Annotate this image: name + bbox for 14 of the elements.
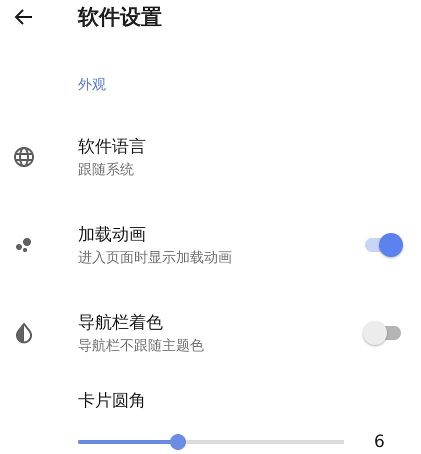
slider-value: 6 <box>374 432 385 452</box>
toggle-switch[interactable] <box>363 321 403 345</box>
setting-title: 加载动画 <box>78 224 147 246</box>
section-header: 外观 <box>78 76 107 95</box>
setting-subtitle: 跟随系统 <box>78 161 135 179</box>
globe-icon <box>12 145 36 169</box>
setting-subtitle: 导航栏不跟随主题色 <box>78 337 205 355</box>
slider-thumb[interactable] <box>170 434 186 450</box>
page-title: 软件设置 <box>78 4 162 31</box>
setting-title: 软件语言 <box>78 136 147 158</box>
setting-title: 卡片圆角 <box>78 390 147 412</box>
toggle-switch[interactable] <box>363 233 403 257</box>
setting-title: 导航栏着色 <box>78 312 164 334</box>
setting-subtitle: 进入页面时显示加载动画 <box>78 249 233 267</box>
